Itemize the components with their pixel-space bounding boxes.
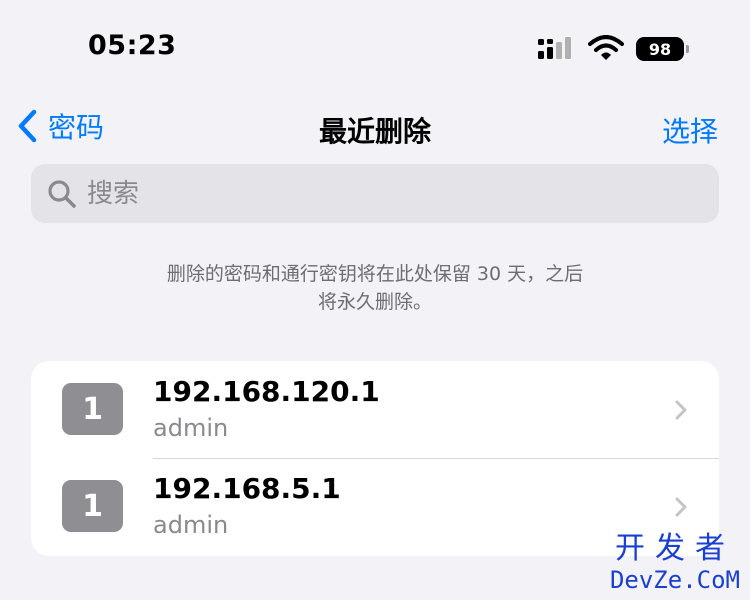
search-icon (48, 179, 76, 208)
watermark-top: 开发者 (614, 531, 735, 566)
page-title: 最近删除 (318, 115, 431, 148)
status-time: 05:23 (88, 30, 177, 61)
info-line-2: 将永久删除。 (317, 291, 432, 313)
site-icon: 1 (62, 480, 123, 532)
battery-cap (686, 45, 689, 53)
wifi-icon (588, 35, 624, 60)
select-button[interactable]: 选择 (662, 110, 718, 150)
item-title: 192.168.5.1 (153, 472, 341, 505)
deletion-info-text: 删除的密码和通行密钥将在此处保留 30 天，之后 将永久删除。 (60, 260, 690, 316)
search-bar[interactable] (31, 164, 719, 223)
list-item[interactable]: 1 192.168.120.1 admin (31, 361, 719, 459)
chevron-right-icon (675, 400, 687, 420)
status-bar: 05:23 98 (0, 0, 750, 90)
cellular-signal-icon (538, 37, 571, 59)
search-input[interactable] (85, 177, 689, 210)
chevron-right-icon (675, 497, 687, 517)
battery-level: 98 (648, 39, 672, 59)
site-icon: 1 (62, 383, 123, 435)
item-title: 192.168.120.1 (153, 375, 380, 408)
item-username: admin (153, 414, 229, 442)
watermark: 开发者 DevZe.CoM (609, 531, 740, 595)
item-username: admin (153, 511, 229, 539)
watermark-bottom: DevZe.CoM (609, 566, 740, 594)
battery-indicator: 98 (636, 37, 684, 61)
deleted-passwords-list: 1 192.168.120.1 admin 1 192.168.5.1 admi… (31, 361, 719, 556)
navigation-bar: 密码 最近删除 选择 (0, 96, 750, 156)
info-line-1: 删除的密码和通行密钥将在此处保留 30 天，之后 (166, 263, 584, 285)
